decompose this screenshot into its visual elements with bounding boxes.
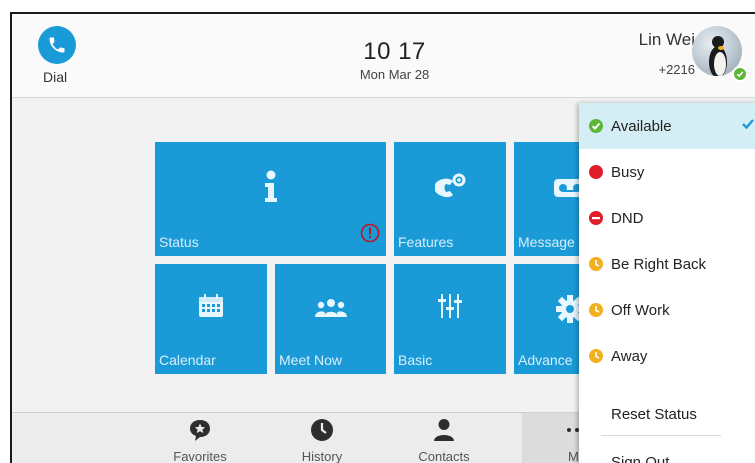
- menu-divider: [601, 435, 721, 436]
- status-option-label: Away: [611, 347, 648, 365]
- tile-features[interactable]: Features: [394, 142, 506, 256]
- status-option-be-right-back[interactable]: Be Right Back: [579, 241, 755, 287]
- calendar-icon: [155, 294, 267, 318]
- user-name: Lin Wei: [638, 30, 695, 49]
- status-option-label: DND: [611, 209, 644, 227]
- tile-label: Basic: [398, 352, 433, 368]
- status-option-off-work[interactable]: Off Work: [579, 287, 755, 333]
- status-dropdown: Available Busy DND Be Right Back Off Wor…: [579, 103, 755, 463]
- phone-gear-icon: [394, 172, 506, 200]
- reset-status-label: Reset Status: [611, 405, 697, 423]
- tile-label: Calendar: [159, 352, 216, 368]
- clock-status-icon: [589, 257, 603, 271]
- status-option-dnd[interactable]: DND: [579, 195, 755, 241]
- clock-icon: [267, 417, 377, 443]
- top-status-bar: Dial 10 17 Mon Mar 28 Lin Wei +2216: [12, 14, 755, 98]
- tile-label: Message: [518, 234, 575, 250]
- group-icon: [275, 298, 386, 318]
- available-icon: [589, 119, 603, 133]
- alert-icon: [360, 223, 380, 248]
- status-option-label: Busy: [611, 163, 645, 181]
- clock-status-icon: [589, 303, 603, 317]
- busy-icon: [589, 165, 603, 179]
- person-icon: [389, 417, 499, 443]
- info-icon: [155, 170, 386, 204]
- status-option-label: Be Right Back: [611, 255, 707, 273]
- star-bubble-icon: [145, 417, 255, 443]
- contacts-button[interactable]: Contacts: [389, 417, 499, 463]
- sign-out-button[interactable]: Sign Out: [579, 439, 755, 463]
- dnd-icon: [589, 211, 603, 225]
- sliders-icon: [394, 294, 506, 318]
- tile-status[interactable]: Status: [155, 142, 386, 256]
- status-option-busy[interactable]: Busy: [579, 149, 755, 195]
- history-label: History: [301, 449, 343, 463]
- favorites-button[interactable]: Favorites: [145, 417, 255, 463]
- status-option-available[interactable]: Available: [579, 103, 755, 149]
- tile-label: Features: [398, 234, 454, 250]
- status-option-away[interactable]: Away: [579, 333, 755, 379]
- tile-calendar[interactable]: Calendar: [155, 264, 267, 374]
- available-status-icon: [732, 66, 748, 82]
- tile-label: Advance: [518, 352, 573, 368]
- reset-status-button[interactable]: Reset Status: [579, 391, 755, 437]
- tile-label: Status: [159, 234, 199, 250]
- sign-out-label: Sign Out: [611, 453, 670, 463]
- contacts-label: Contacts: [418, 449, 470, 463]
- user-info[interactable]: Lin Wei +2216: [639, 30, 695, 77]
- status-option-label: Available: [611, 117, 672, 135]
- favorites-label: Favorites: [173, 449, 227, 463]
- tile-label: Meet Now: [279, 352, 343, 368]
- clock-status-icon: [589, 349, 603, 363]
- history-button[interactable]: History: [267, 417, 377, 463]
- tile-basic[interactable]: Basic: [394, 264, 506, 374]
- tile-meet-now[interactable]: Meet Now: [275, 264, 386, 374]
- user-extension: +2216: [658, 62, 695, 77]
- phone-screen: Dial 10 17 Mon Mar 28 Lin Wei +2216 Stat…: [10, 12, 755, 463]
- status-option-label: Off Work: [611, 301, 670, 319]
- checkmark-icon: [741, 117, 755, 135]
